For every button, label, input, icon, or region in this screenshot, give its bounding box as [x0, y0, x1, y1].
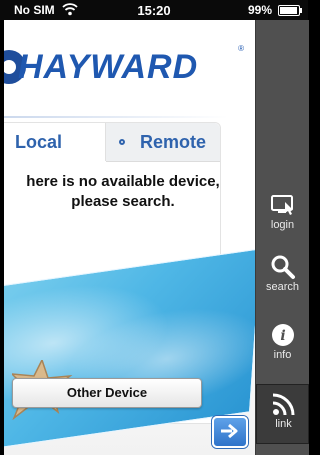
info-icon: i	[272, 324, 294, 346]
sidebar: login search i info link	[255, 20, 309, 455]
battery-percent: 99%	[247, 3, 272, 17]
sidebar-item-label: link	[275, 418, 292, 430]
battery-icon	[278, 5, 302, 16]
tab-remote[interactable]: Remote	[106, 123, 220, 162]
tab-remote-label: Remote	[140, 132, 207, 152]
message-line-1: here is no available device,	[26, 173, 220, 190]
tab-local[interactable]: Local	[4, 123, 106, 161]
hayward-logo: HAYWARD ®	[4, 42, 254, 118]
no-device-message: here is no available device, please sear…	[4, 172, 242, 212]
login-icon	[271, 195, 293, 215]
search-icon	[271, 255, 295, 279]
other-device-button[interactable]: Other Device	[12, 378, 202, 408]
message-line-2: please search.	[71, 193, 175, 210]
svg-text:i: i	[280, 328, 285, 344]
sidebar-item-login[interactable]: login	[256, 186, 309, 242]
sidebar-item-info[interactable]: i info	[256, 316, 309, 372]
arrow-right-icon	[221, 423, 238, 439]
sidebar-item-label: info	[273, 349, 292, 361]
sidebar-item-label: search	[265, 281, 300, 293]
tab-local-label: Local	[15, 132, 63, 152]
sidebar-item-label: login	[270, 219, 295, 231]
logo-text: HAYWARD	[18, 48, 199, 86]
radio-dot-icon	[119, 139, 125, 145]
logo-divider	[4, 116, 228, 118]
sidebar-item-link[interactable]: link	[256, 384, 309, 444]
main-panel: HAYWARD ® Local Remote here is no availa…	[4, 20, 255, 455]
status-bar: No SIM 15:20 99%	[0, 0, 308, 20]
next-button[interactable]	[212, 416, 248, 448]
wifi-link-icon	[272, 393, 295, 416]
sidebar-item-search[interactable]: search	[256, 248, 309, 304]
registered-mark: ®	[238, 44, 244, 53]
